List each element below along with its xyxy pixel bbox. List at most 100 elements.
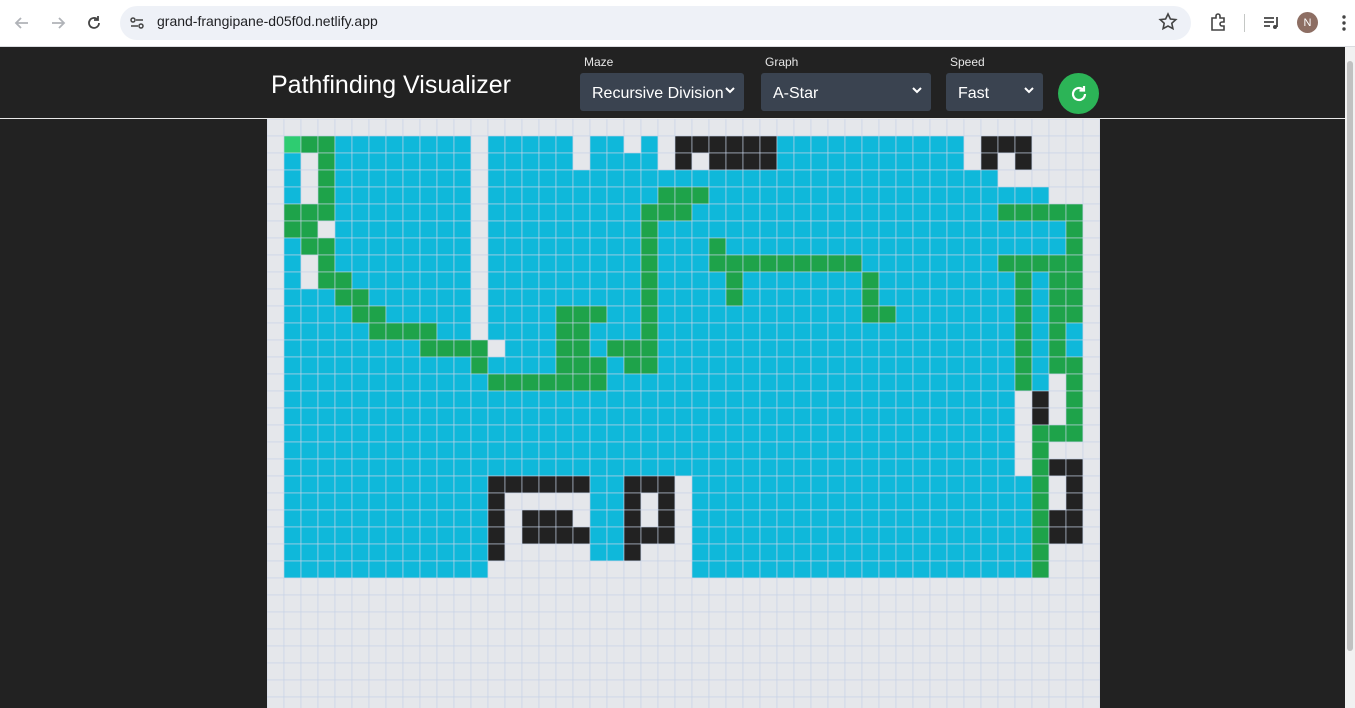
grid-cell-visited[interactable]: [283, 441, 302, 460]
grid-cell-empty[interactable]: [997, 119, 1016, 137]
grid-cell-visited[interactable]: [776, 186, 795, 205]
grid-cell-visited[interactable]: [776, 135, 795, 154]
grid-cell-visited[interactable]: [997, 305, 1016, 324]
grid-cell-visited[interactable]: [1014, 526, 1033, 545]
grid-cell-visited[interactable]: [521, 220, 540, 239]
grid-cell-visited[interactable]: [963, 339, 982, 358]
grid-cell-empty[interactable]: [759, 577, 778, 596]
grid-cell-empty[interactable]: [1014, 679, 1033, 698]
grid-cell-empty[interactable]: [674, 560, 693, 579]
grid-cell-visited[interactable]: [776, 560, 795, 579]
grid-cell-visited[interactable]: [691, 492, 710, 511]
grid-cell-wall[interactable]: [657, 492, 676, 511]
grid-cell-visited[interactable]: [402, 492, 421, 511]
grid-canvas[interactable]: [267, 119, 1100, 708]
grid-cell-visited[interactable]: [827, 237, 846, 256]
grid-cell-visited[interactable]: [725, 407, 744, 426]
grid-cell-visited[interactable]: [385, 152, 404, 171]
grid-cell-empty[interactable]: [640, 492, 659, 511]
grid-cell-visited[interactable]: [504, 237, 523, 256]
grid-cell-empty[interactable]: [1048, 594, 1067, 613]
grid-cell-visited[interactable]: [589, 492, 608, 511]
grid-cell-visited[interactable]: [725, 186, 744, 205]
grid-cell-empty[interactable]: [1065, 662, 1084, 681]
grid-cell-visited[interactable]: [351, 458, 370, 477]
grid-cell-visited[interactable]: [793, 339, 812, 358]
grid-cell-visited[interactable]: [691, 237, 710, 256]
grid-cell-empty[interactable]: [997, 594, 1016, 613]
grid-cell-path[interactable]: [1065, 356, 1084, 375]
grid-cell-empty[interactable]: [912, 119, 931, 137]
grid-cell-path[interactable]: [674, 186, 693, 205]
grid-cell-visited[interactable]: [844, 390, 863, 409]
grid-cell-wall[interactable]: [725, 135, 744, 154]
grid-cell-empty[interactable]: [419, 119, 438, 137]
grid-cell-empty[interactable]: [436, 611, 455, 630]
grid-cell-empty[interactable]: [283, 662, 302, 681]
grid-cell-visited[interactable]: [742, 475, 761, 494]
grid-cell-empty[interactable]: [640, 628, 659, 647]
grid-cell-empty[interactable]: [334, 696, 353, 708]
grid-cell-visited[interactable]: [351, 356, 370, 375]
grid-cell-empty[interactable]: [980, 611, 999, 630]
grid-cell-wall[interactable]: [555, 509, 574, 528]
grid-cell-visited[interactable]: [572, 458, 591, 477]
grid-cell-visited[interactable]: [742, 220, 761, 239]
grid-cell-empty[interactable]: [470, 611, 489, 630]
grid-cell-empty[interactable]: [606, 594, 625, 613]
grid-cell-visited[interactable]: [1014, 509, 1033, 528]
grid-cell-visited[interactable]: [929, 186, 948, 205]
grid-cell-empty[interactable]: [623, 696, 642, 708]
grid-cell-visited[interactable]: [1031, 305, 1050, 324]
grid-cell-path[interactable]: [1048, 322, 1067, 341]
grid-cell-empty[interactable]: [725, 662, 744, 681]
grid-cell-visited[interactable]: [1014, 475, 1033, 494]
grid-cell-visited[interactable]: [504, 322, 523, 341]
grid-cell-visited[interactable]: [300, 509, 319, 528]
grid-cell-visited[interactable]: [997, 475, 1016, 494]
grid-cell-visited[interactable]: [538, 356, 557, 375]
grid-cell-visited[interactable]: [283, 373, 302, 392]
grid-cell-path[interactable]: [453, 339, 472, 358]
grid-cell-visited[interactable]: [674, 305, 693, 324]
grid-cell-path[interactable]: [419, 322, 438, 341]
grid-cell-visited[interactable]: [725, 373, 744, 392]
scrollbar-thumb[interactable]: [1347, 61, 1353, 651]
grid-cell-visited[interactable]: [385, 441, 404, 460]
grid-cell-path[interactable]: [317, 203, 336, 222]
grid-cell-visited[interactable]: [402, 373, 421, 392]
grid-cell-empty[interactable]: [1031, 119, 1050, 137]
grid-cell-visited[interactable]: [878, 424, 897, 443]
grid-cell-empty[interactable]: [453, 645, 472, 664]
grid-cell-visited[interactable]: [827, 441, 846, 460]
grid-cell-path[interactable]: [640, 288, 659, 307]
grid-cell-visited[interactable]: [912, 543, 931, 562]
grid-cell-empty[interactable]: [623, 645, 642, 664]
grid-cell-visited[interactable]: [963, 220, 982, 239]
grid-cell-empty[interactable]: [572, 119, 591, 137]
grid-cell-visited[interactable]: [878, 509, 897, 528]
grid-cell-empty[interactable]: [385, 594, 404, 613]
grid-cell-visited[interactable]: [521, 424, 540, 443]
grid-cell-visited[interactable]: [912, 271, 931, 290]
grid-cell-visited[interactable]: [589, 271, 608, 290]
grid-cell-empty[interactable]: [1082, 577, 1100, 596]
grid-cell-visited[interactable]: [912, 305, 931, 324]
grid-cell-path[interactable]: [708, 254, 727, 273]
grid-cell-wall[interactable]: [1031, 390, 1050, 409]
grid-cell-empty[interactable]: [267, 628, 285, 647]
grid-cell-visited[interactable]: [708, 288, 727, 307]
grid-cell-visited[interactable]: [334, 475, 353, 494]
grid-cell-visited[interactable]: [283, 509, 302, 528]
grid-cell-visited[interactable]: [793, 475, 812, 494]
grid-cell-empty[interactable]: [402, 119, 421, 137]
grid-cell-empty[interactable]: [657, 628, 676, 647]
grid-cell-visited[interactable]: [810, 220, 829, 239]
grid-cell-visited[interactable]: [487, 220, 506, 239]
grid-cell-visited[interactable]: [691, 288, 710, 307]
grid-cell-visited[interactable]: [963, 390, 982, 409]
grid-cell-empty[interactable]: [793, 594, 812, 613]
grid-cell-visited[interactable]: [657, 339, 676, 358]
grid-cell-visited[interactable]: [555, 169, 574, 188]
grid-cell-visited[interactable]: [827, 424, 846, 443]
